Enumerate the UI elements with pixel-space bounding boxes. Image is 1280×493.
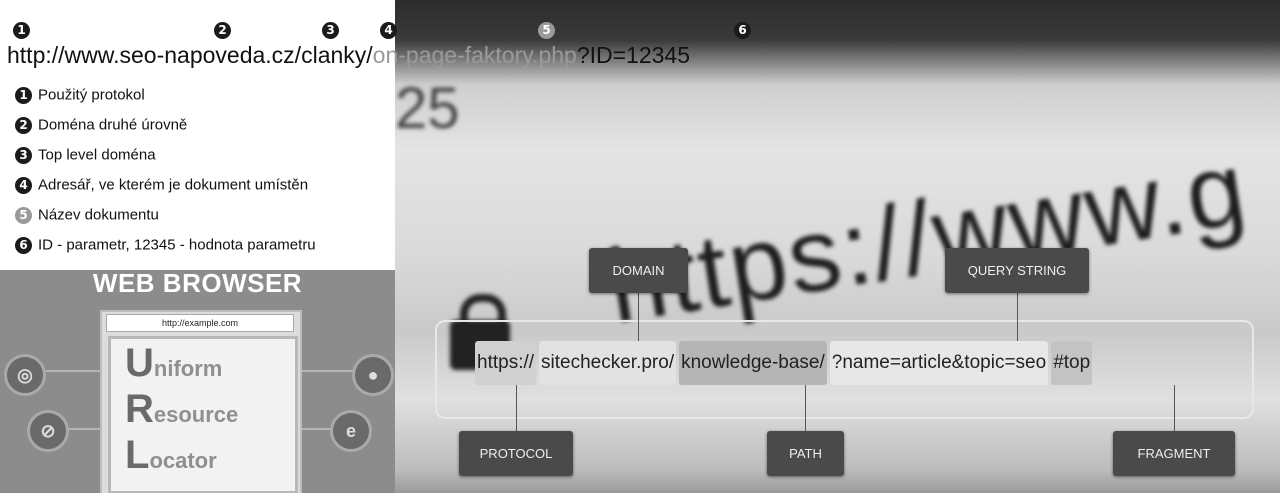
- label-fragment: FRAGMENT: [1113, 431, 1235, 476]
- url-protocol: http://: [7, 42, 65, 68]
- marker-1: 1: [13, 22, 30, 39]
- label-path: PATH: [767, 431, 844, 476]
- edge-icon: e: [330, 410, 372, 452]
- domain-connector: [638, 292, 639, 342]
- acronym-locator: Locator: [125, 433, 217, 477]
- url-segment-domain: sitechecker.pro/: [539, 341, 677, 385]
- anatomy-url: https:// sitechecker.pro/ knowledge-base…: [475, 341, 1095, 385]
- marker-2: 2: [214, 22, 231, 39]
- url-segment-path: knowledge-base/: [679, 341, 827, 385]
- connector-line: [298, 370, 358, 372]
- url-document: on-page-faktory.php: [372, 42, 577, 68]
- connector-line: [40, 370, 100, 372]
- legend-item: 4 Adresář, ve kterém je dokument umístěn: [15, 176, 308, 194]
- browser-window: http://example.com Uniform Resource Loca…: [100, 310, 302, 493]
- chrome-icon: ◎: [4, 354, 46, 396]
- legend-item: 5 Název dokumentu: [15, 206, 159, 224]
- legend-item: 1 Použitý protokol: [15, 86, 145, 104]
- safari-icon: ⊘: [27, 410, 69, 452]
- browser-content: Uniform Resource Locator: [108, 336, 298, 493]
- connector-line: [65, 428, 100, 430]
- legend-item: 6 ID - parametr, 12345 - hodnota parametr…: [15, 236, 316, 254]
- seo-url-example: 1 2 3 4 5 6 http://www.seo-napoveda.cz/c…: [0, 0, 810, 270]
- web-browser-panel: WEB BROWSER ◎ ● ⊘ e http://example.com U…: [0, 270, 395, 493]
- url-segment-query: ?name=article&topic=seo: [829, 341, 1049, 385]
- legend-item: 3 Top level doména: [15, 146, 156, 164]
- example-url: http://www.seo-napoveda.cz/clanky/on-pag…: [7, 42, 690, 69]
- path-connector: [805, 385, 806, 431]
- legend-item: 2 Doména druhé úrovně: [15, 116, 187, 134]
- url-segment-fragment: #top: [1051, 341, 1093, 385]
- firefox-icon: ●: [352, 354, 394, 396]
- browser-address-bar: http://example.com: [106, 314, 294, 332]
- acronym-uniform: Uniform: [125, 341, 223, 385]
- url-segment-protocol: https://: [475, 341, 537, 385]
- url-domain: seo-napoveda: [119, 42, 266, 68]
- query-connector: [1017, 292, 1018, 342]
- url-tld: .cz/: [265, 42, 302, 68]
- marker-5: 5: [538, 22, 555, 39]
- connector-line: [298, 428, 333, 430]
- marker-4: 4: [380, 22, 397, 39]
- marker-6: 6: [734, 22, 751, 39]
- protocol-connector: [516, 385, 517, 431]
- marker-3: 3: [322, 22, 339, 39]
- label-query-string: QUERY STRING: [945, 248, 1089, 293]
- url-parameter: ?ID=12345: [576, 42, 691, 68]
- url-www: www.: [64, 42, 120, 68]
- label-protocol: PROTOCOL: [459, 431, 573, 476]
- legend-background: [0, 0, 395, 270]
- url-directory: clanky/: [301, 42, 373, 68]
- fragment-connector: [1174, 385, 1175, 431]
- acronym-resource: Resource: [125, 387, 239, 431]
- web-browser-title: WEB BROWSER: [92, 270, 303, 298]
- label-domain: DOMAIN: [589, 248, 688, 293]
